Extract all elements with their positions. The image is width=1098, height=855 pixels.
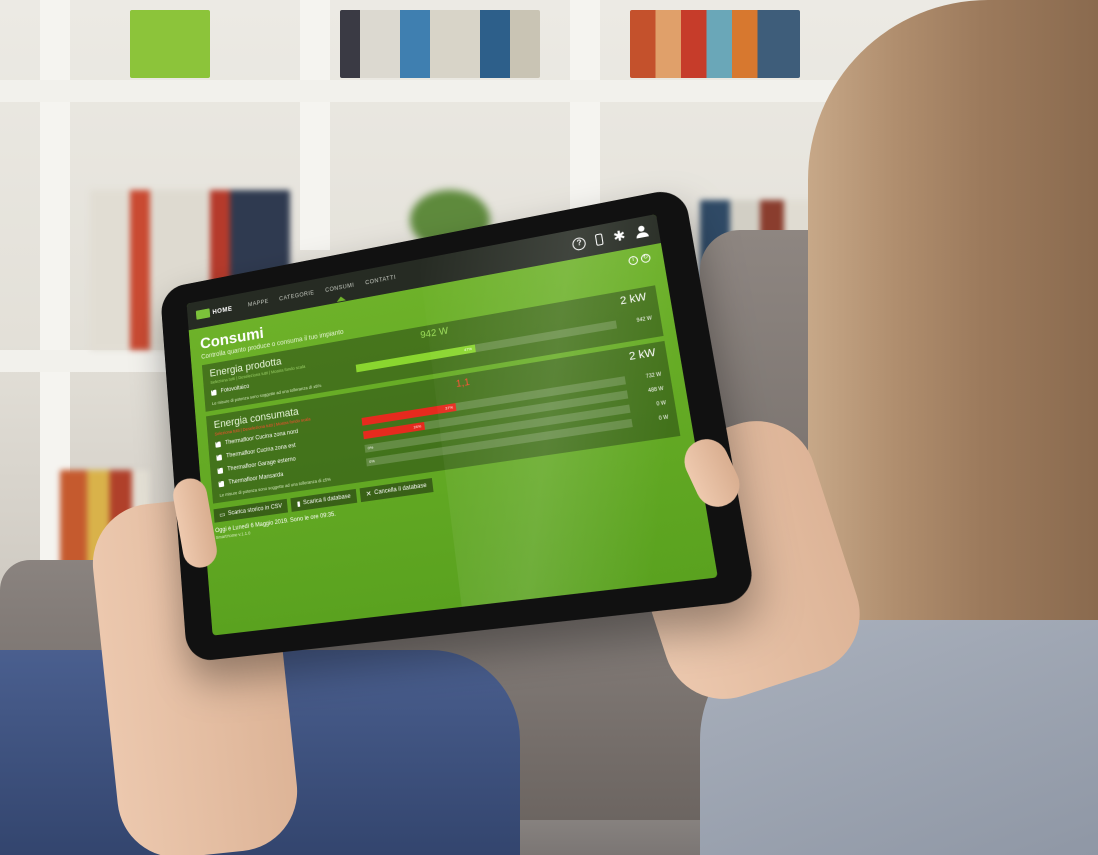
- close-icon: ✕: [365, 490, 371, 499]
- item-value: 942 W: [616, 315, 653, 327]
- bookshelf-shelf: [0, 80, 840, 102]
- checkbox[interactable]: [218, 481, 224, 487]
- refresh-icon[interactable]: ↻: [640, 253, 651, 263]
- button-label: Cancella il database: [374, 483, 427, 496]
- item-value: 0 W: [632, 414, 669, 426]
- help-icon[interactable]: ?: [572, 236, 587, 251]
- checkbox[interactable]: [211, 390, 217, 396]
- item-value: 488 W: [627, 386, 664, 398]
- nav-contatti[interactable]: CONTATTI: [365, 275, 396, 286]
- bookshelf-shelf: [0, 350, 180, 372]
- button-label: Scarica il database: [303, 494, 351, 507]
- app-logo[interactable]: HOME: [196, 304, 233, 320]
- plant-pot: [130, 10, 210, 78]
- books: [630, 10, 800, 78]
- calendar-icon: ▭: [219, 511, 226, 520]
- checkbox[interactable]: [217, 468, 223, 474]
- download-database-button[interactable]: ▮ Scarica il database: [291, 489, 357, 512]
- nav-mappe[interactable]: MAPPE: [248, 299, 269, 308]
- item-value: 732 W: [625, 372, 662, 384]
- bookshelf-post: [300, 0, 330, 250]
- logo-icon: [196, 308, 210, 319]
- button-label: Scarica storico in CSV: [228, 503, 283, 516]
- logo-text: HOME: [212, 305, 232, 315]
- phone-icon[interactable]: [595, 233, 604, 246]
- checkbox[interactable]: [215, 441, 221, 447]
- nav-categorie[interactable]: CATEGORIE: [279, 290, 315, 302]
- info-icon[interactable]: i: [628, 255, 639, 265]
- tablet-screen: HOME MAPPE CATEGORIE CONSUMI CONTATTI ? …: [187, 214, 718, 636]
- user-icon[interactable]: [635, 225, 649, 239]
- books: [340, 10, 540, 78]
- nav-consumi[interactable]: CONSUMI: [325, 283, 355, 294]
- item-value: 0 W: [629, 400, 666, 412]
- file-icon: ▮: [297, 500, 301, 508]
- checkbox[interactable]: [216, 454, 222, 460]
- current-power: 1,1: [455, 377, 470, 390]
- gear-icon[interactable]: ✱: [612, 229, 626, 243]
